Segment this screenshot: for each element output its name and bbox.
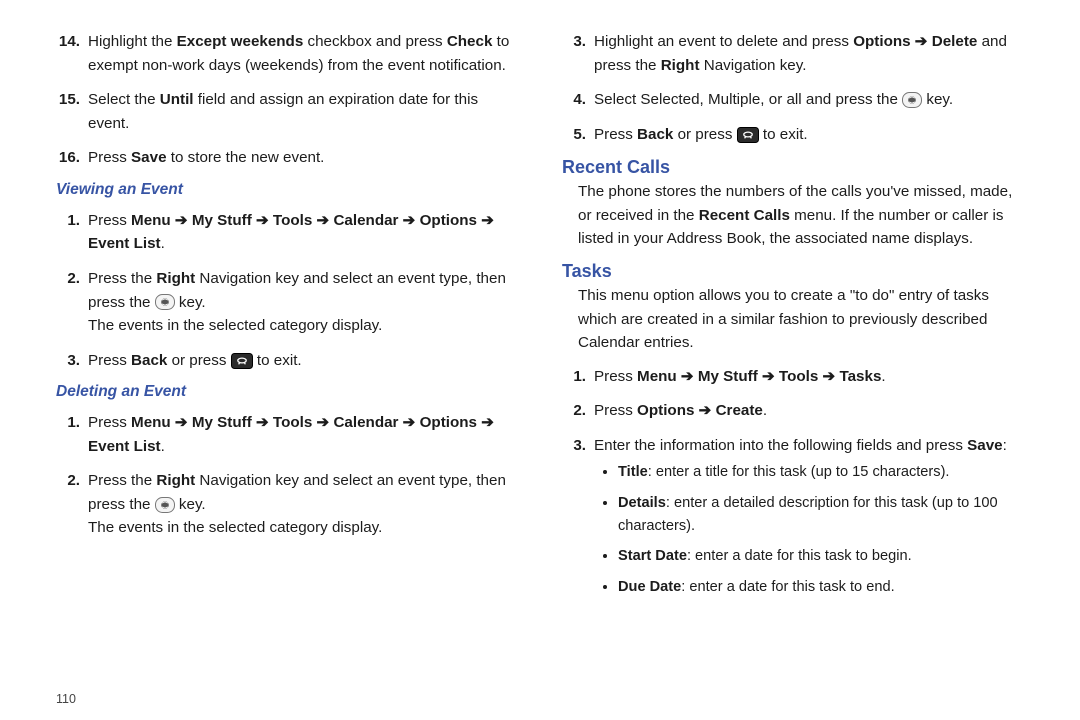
- step-text: Press Back or press to exit.: [88, 349, 302, 373]
- step-15: 15. Select the Until field and assign an…: [56, 88, 518, 135]
- viewing-step-2: 2. Press the Right Navigation key and se…: [56, 267, 518, 338]
- step-number: 1.: [562, 365, 586, 389]
- step-number: 2.: [56, 267, 80, 338]
- step-text: Press Options ➔ Create.: [594, 399, 767, 423]
- heading-deleting-event: Deleting an Event: [56, 383, 518, 401]
- tasks-field-list: Title: enter a title for this task (up t…: [594, 461, 1024, 598]
- tasks-step-3: 3. Enter the information into the follow…: [562, 434, 1024, 458]
- step-text: Press Save to store the new event.: [88, 146, 324, 170]
- list-item: Title: enter a title for this task (up t…: [618, 461, 1024, 484]
- step-number: 1.: [56, 209, 80, 256]
- step-text: Highlight the Except weekends checkbox a…: [88, 30, 518, 77]
- step-text: Enter the information into the following…: [594, 434, 1007, 458]
- step-number: 2.: [562, 399, 586, 423]
- tasks-step-1: 1. Press Menu ➔ My Stuff ➔ Tools ➔ Tasks…: [562, 365, 1024, 389]
- viewing-step-3: 3. Press Back or press to exit.: [56, 349, 518, 373]
- step-16: 16. Press Save to store the new event.: [56, 146, 518, 170]
- tasks-step-2: 2. Press Options ➔ Create.: [562, 399, 1024, 423]
- step-number: 16.: [56, 146, 80, 170]
- manual-page: 14. Highlight the Except weekends checkb…: [0, 0, 1080, 720]
- heading-tasks: Tasks: [562, 261, 1024, 282]
- list-item: Start Date: enter a date for this task t…: [618, 545, 1024, 568]
- deleting-step-4: 4. Select Selected, Multiple, or all and…: [562, 88, 1024, 112]
- deleting-step-3: 3. Highlight an event to delete and pres…: [562, 30, 1024, 77]
- step-14: 14. Highlight the Except weekends checkb…: [56, 30, 518, 77]
- step-number: 1.: [56, 411, 80, 458]
- step-number: 2.: [56, 469, 80, 540]
- end-key-icon: [737, 127, 759, 143]
- step-text: Press Menu ➔ My Stuff ➔ Tools ➔ Calendar…: [88, 411, 518, 458]
- select-key-icon: [155, 497, 175, 513]
- step-number: 3.: [562, 30, 586, 77]
- step-text: Select Selected, Multiple, or all and pr…: [594, 88, 953, 112]
- step-text: Press Menu ➔ My Stuff ➔ Tools ➔ Calendar…: [88, 209, 518, 256]
- step-number: 15.: [56, 88, 80, 135]
- step-text: Press Menu ➔ My Stuff ➔ Tools ➔ Tasks.: [594, 365, 886, 389]
- step-number: 5.: [562, 123, 586, 147]
- select-key-icon: [155, 294, 175, 310]
- page-number: 110: [56, 692, 76, 706]
- deleting-step-5: 5. Press Back or press to exit.: [562, 123, 1024, 147]
- viewing-step-1: 1. Press Menu ➔ My Stuff ➔ Tools ➔ Calen…: [56, 209, 518, 256]
- list-item: Details: enter a detailed description fo…: [618, 492, 1024, 537]
- step-number: 14.: [56, 30, 80, 77]
- tasks-body: This menu option allows you to create a …: [578, 284, 1024, 355]
- step-text: Press the Right Navigation key and selec…: [88, 267, 518, 338]
- step-number: 3.: [56, 349, 80, 373]
- deleting-step-2: 2. Press the Right Navigation key and se…: [56, 469, 518, 540]
- heading-viewing-event: Viewing an Event: [56, 181, 518, 199]
- right-column: 3. Highlight an event to delete and pres…: [562, 30, 1024, 720]
- step-number: 4.: [562, 88, 586, 112]
- heading-recent-calls: Recent Calls: [562, 157, 1024, 178]
- deleting-step-1: 1. Press Menu ➔ My Stuff ➔ Tools ➔ Calen…: [56, 411, 518, 458]
- list-item: Due Date: enter a date for this task to …: [618, 576, 1024, 599]
- step-text: Select the Until field and assign an exp…: [88, 88, 518, 135]
- end-key-icon: [231, 353, 253, 369]
- step-number: 3.: [562, 434, 586, 458]
- step-text: Press the Right Navigation key and selec…: [88, 469, 518, 540]
- left-column: 14. Highlight the Except weekends checkb…: [56, 30, 518, 720]
- step-text: Highlight an event to delete and press O…: [594, 30, 1024, 77]
- recent-calls-body: The phone stores the numbers of the call…: [578, 180, 1024, 251]
- step-text: Press Back or press to exit.: [594, 123, 808, 147]
- select-key-icon: [902, 92, 922, 108]
